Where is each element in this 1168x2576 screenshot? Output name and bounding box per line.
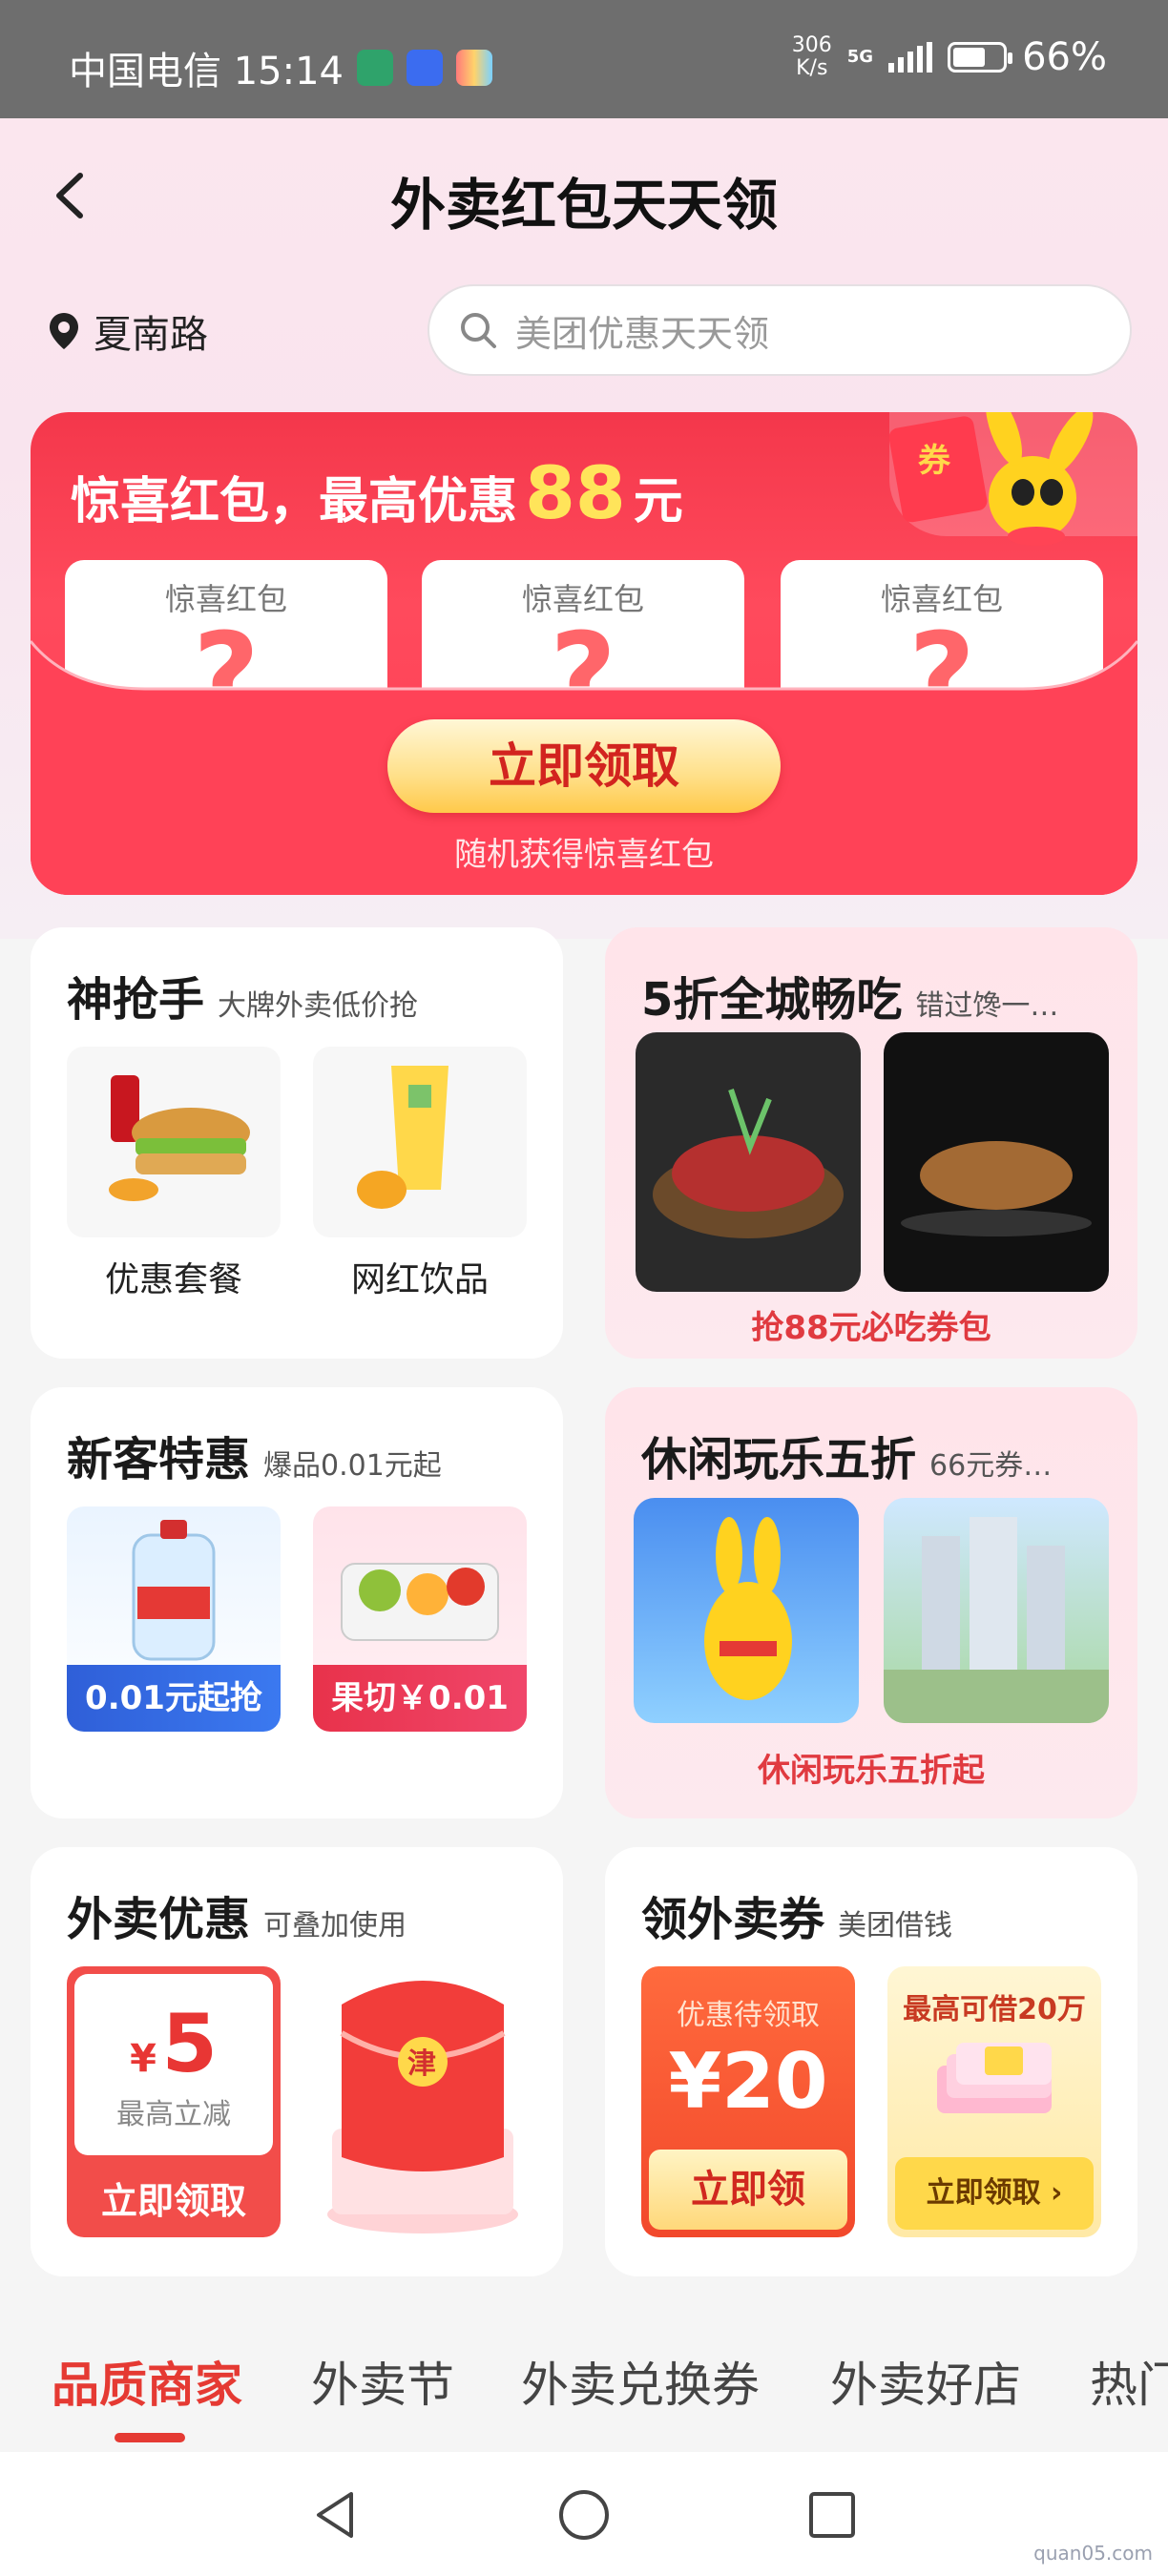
card-title: 5折全城畅吃 <box>641 973 903 1027</box>
status-bar: 中国电信 15:14 306 K/s 5G 66% <box>0 0 1168 118</box>
app-notification-icon <box>456 50 492 86</box>
card-footer: 休闲玩乐五折起 <box>758 1752 985 1790</box>
app-notification-icon <box>357 50 393 86</box>
card-title: 神抢手 <box>67 973 205 1027</box>
card-title: 外卖优惠 <box>67 1893 251 1946</box>
tab-delivery-good-shops[interactable]: 外卖好店 <box>830 2347 1021 2416</box>
red-envelope-icon: 津 <box>327 1981 518 2233</box>
card-title: 领外卖券 <box>641 1893 825 1946</box>
new-user-card[interactable]: 新客特惠 爆品0.01元起 0.01元起抢 果切￥0.01 <box>31 1387 563 1818</box>
status-right: 306 K/s 5G 66% <box>792 34 1107 80</box>
price-tag: 果切￥0.01 <box>313 1665 527 1732</box>
recents-square-icon[interactable] <box>803 2486 861 2544</box>
back-triangle-icon[interactable] <box>307 2486 365 2544</box>
card-subtitle: 爆品0.01元起 <box>263 1449 442 1483</box>
tab-delivery-voucher[interactable]: 外卖兑换券 <box>521 2347 760 2416</box>
active-tab-indicator <box>115 2433 185 2442</box>
coupon-top-label: 优惠待领取 <box>677 1999 820 2032</box>
fruit-product-image[interactable]: 果切￥0.01 <box>313 1506 527 1732</box>
product-label: 优惠套餐 <box>104 1260 242 1299</box>
claim-button[interactable]: 立即领 <box>649 2150 847 2230</box>
food-photo[interactable] <box>884 1032 1109 1292</box>
claim-now-button[interactable]: 立即领取 <box>387 719 781 813</box>
tab-delivery-festival[interactable]: 外卖节 <box>311 2347 454 2416</box>
half-price-city-card[interactable]: 5折全城畅吃 错过馋一… 抢88元必吃券包 <box>605 927 1137 1359</box>
promo-title: 惊喜红包，最高优惠 88 元 <box>71 450 683 535</box>
signal-icon <box>888 42 933 73</box>
price-tag: 0.01元起抢 <box>67 1665 281 1732</box>
product-label: 网红饮品 <box>350 1260 489 1299</box>
search-placeholder: 美团优惠天天领 <box>515 312 770 355</box>
category-tabs: 品质商家 外卖节 外卖兑换券 外卖好店 热门 <box>0 2309 1168 2452</box>
loan-label: 最高可借20万 <box>903 1993 1086 2026</box>
nav-bar: 外卖红包天天领 <box>0 143 1168 248</box>
card-title: 休闲玩乐五折 <box>641 1433 917 1486</box>
grabber-card[interactable]: 神抢手 大牌外卖低价抢 优惠套餐 网红饮品 <box>31 927 563 1359</box>
home-circle-icon[interactable] <box>555 2486 613 2544</box>
battery-percent: 66% <box>1022 35 1107 79</box>
search-input[interactable]: 美团优惠天天领 <box>428 284 1132 376</box>
network-type: 5G <box>846 47 874 67</box>
app-notification-icon <box>407 50 443 86</box>
location-selector[interactable]: 夏南路 <box>48 303 208 359</box>
water-product-image[interactable]: 0.01元起抢 <box>67 1506 281 1732</box>
leisure-card[interactable]: 休闲玩乐五折 66元券… 休闲玩乐五折起 <box>605 1387 1137 1818</box>
mascot-rabbit-icon: 券 <box>889 412 1094 546</box>
claim-button[interactable]: 立即领取 <box>67 2171 281 2224</box>
search-icon <box>461 313 496 348</box>
battery-icon <box>948 42 1013 73</box>
card-subtitle: 可叠加使用 <box>263 1909 407 1942</box>
page-title: 外卖红包天天领 <box>389 173 778 238</box>
tab-quality-merchants[interactable]: 品质商家 <box>52 2347 242 2416</box>
status-left: 中国电信 15:14 <box>69 40 492 95</box>
card-subtitle: 66元券… <box>929 1449 1053 1483</box>
combo-meal-image[interactable] <box>67 1047 281 1237</box>
claim-subtitle: 随机获得惊喜红包 <box>454 836 714 874</box>
coupon-note: 最高立减 <box>116 2098 231 2131</box>
coupon-20-box[interactable]: 优惠待领取 ¥20 立即领 <box>641 1966 855 2237</box>
promo-amount: 88 <box>525 450 626 535</box>
card-subtitle: 大牌外卖低价抢 <box>218 989 419 1023</box>
surprise-redpacket-card[interactable]: 惊喜红包，最高优惠 88 元 券 惊喜红包 ? 惊喜红包 ? 惊喜红包 ? 立即… <box>31 412 1137 895</box>
system-nav-bar: quan05.com <box>0 2452 1168 2576</box>
location-label: 夏南路 <box>94 313 208 357</box>
cash-stack-icon <box>937 2043 1052 2113</box>
coupon-amount: ¥20 <box>668 2037 828 2126</box>
mascot-tag: 券 <box>918 442 951 480</box>
carrier-time: 中国电信 15:14 <box>69 50 344 93</box>
loan-box[interactable]: 最高可借20万 立即领取 › <box>887 1966 1101 2237</box>
card-subtitle: 错过馋一… <box>915 989 1059 1023</box>
location-pin-icon <box>50 313 78 349</box>
watermark: quan05.com <box>1033 2542 1153 2565</box>
envelope-mark: 津 <box>407 2047 436 2081</box>
network-speed: 306 K/s <box>791 33 832 80</box>
card-subtitle: 美团借钱 <box>838 1909 953 1942</box>
coupon-amount: 5 <box>161 1997 218 2090</box>
delivery-deal-card[interactable]: 外卖优惠 可叠加使用 ¥ 5 最高立减 立即领取 津 <box>31 1847 563 2276</box>
leisure-photo[interactable] <box>884 1498 1109 1723</box>
card-title: 新客特惠 <box>67 1433 251 1486</box>
card-footer: 抢88元必吃券包 <box>751 1309 991 1347</box>
currency-symbol: ¥ <box>130 2037 156 2081</box>
food-photo[interactable] <box>636 1032 861 1292</box>
leisure-photo[interactable] <box>634 1498 859 1723</box>
coupon-card[interactable]: 领外卖券 美团借钱 优惠待领取 ¥20 立即领 最高可借20万 立即领取 › <box>605 1847 1137 2276</box>
discount-coupon[interactable]: ¥ 5 最高立减 立即领取 <box>67 1966 281 2237</box>
trendy-drink-image[interactable] <box>313 1047 527 1237</box>
tab-hot[interactable]: 热门 <box>1090 2347 1168 2416</box>
claim-button[interactable]: 立即领取 › <box>895 2157 1094 2230</box>
